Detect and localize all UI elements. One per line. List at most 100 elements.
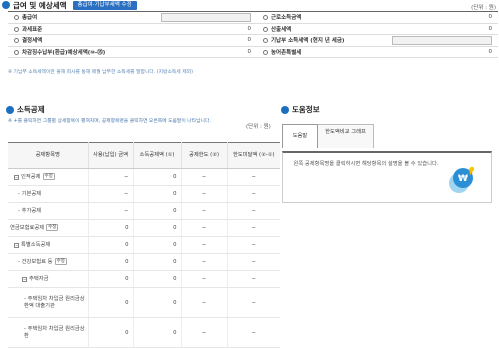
row-value: − [226, 253, 280, 271]
section-icon [6, 105, 14, 114]
col-header-deduction: 소득공제액 (①) [132, 142, 181, 169]
help-text: 왼쪽 공제항목명을 클릭하시면 해당항목의 설명을 볼 수 있습니다. [293, 161, 439, 167]
section-icon [281, 105, 289, 114]
summary-label-left-text: 차감징수납부(환급)예상세액(⑩-⑮) [22, 49, 106, 56]
row-value: 0 [132, 219, 181, 237]
tab-limit-graph[interactable]: 한도액비교 그래프 [318, 124, 374, 148]
row-value: − [226, 202, 280, 220]
row-edit-button[interactable]: 수정 [42, 173, 55, 180]
summary-value-right: 0 [389, 23, 498, 35]
summary-row: 총급여 근로소득금액 0 [8, 11, 498, 24]
row-value: − [87, 202, 133, 220]
summary-value-right: 0 [389, 11, 498, 24]
summary-label-right-text: 기납부 소득세액 (현지 년 세금) [271, 38, 345, 45]
row-edit-label[interactable]: 수정 [57, 259, 65, 264]
row-name[interactable]: - 추가공제 [18, 208, 41, 214]
summary-value-left: 0 [144, 46, 257, 58]
summary-value-left-text: 0 [247, 25, 252, 32]
section-icon [2, 1, 10, 9]
total-salary-input[interactable] [161, 12, 251, 22]
row-name-cell[interactable]: 연금보험료공제 수정 [8, 219, 88, 237]
summary-value-right[interactable] [389, 34, 498, 47]
unit-label-top: (단위 : 원) [471, 5, 496, 11]
collapse-toggle-icon[interactable]: − [22, 276, 27, 282]
section-header-deduction: 소득공제 [4, 104, 45, 115]
row-edit-button[interactable]: 수정 [54, 258, 67, 265]
row-value: − [226, 236, 280, 254]
row-value: − [226, 270, 280, 288]
row-name[interactable]: - 건강보험료 등 [18, 259, 53, 265]
deduction-title: 소득공제 [17, 105, 45, 114]
summary-row: 과세표준 0 산출세액 0 [8, 23, 498, 35]
row-name-cell[interactable]: - 주택임차 차입금 원리금상환액 대출기관 [8, 287, 88, 318]
row-name[interactable]: - 기본공제 [18, 191, 41, 197]
col-header-limit: 공제한도 (②) [180, 142, 227, 169]
bullet-icon [14, 26, 19, 32]
summary-label-left-text: 과세표준 [22, 26, 43, 33]
section-header-help: 도움정보 [279, 104, 320, 115]
row-name-cell[interactable]: − 주택자금 [8, 270, 88, 288]
row-value: − [180, 287, 227, 318]
summary-label-left: 총급여 [8, 11, 144, 24]
table-row: − 주택자금 0 0− − [8, 270, 280, 288]
row-value: 0 [87, 236, 133, 254]
tab-help[interactable]: 도움말 [282, 124, 318, 148]
collapse-toggle-icon[interactable]: − [14, 175, 19, 180]
summary-row: 차감징수납부(환급)예상세액(⑩-⑮) 0 농어촌특별세 0 [8, 46, 498, 58]
summary-label-left: 차감징수납부(환급)예상세액(⑩-⑮) [8, 46, 144, 58]
row-name-cell[interactable]: − 특별소득공제 [8, 236, 88, 254]
row-name[interactable]: 인적공제 [21, 174, 41, 180]
summary-label-right: 근로소득금액 [257, 11, 389, 24]
table-row: - 주택임차 차입금 원리금상환액 대출기관 0 0− − [8, 287, 280, 318]
bullet-icon [263, 38, 268, 44]
row-value: − [180, 219, 227, 237]
row-value: 0 [87, 253, 133, 271]
row-name[interactable]: - 주택임차 차입금 원리금상환 [24, 326, 85, 339]
collapse-toggle-icon[interactable]: − [14, 242, 19, 248]
row-name[interactable]: - 주택임차 차입금 원리금상환액 대출기관 [24, 296, 85, 309]
table-row: − 특별소득공제 0 0− − [8, 236, 280, 254]
row-edit-button[interactable]: 수정 [46, 224, 59, 231]
row-name-cell[interactable]: - 추가공제 [8, 202, 88, 220]
row-value: 0 [87, 219, 133, 237]
row-name[interactable]: 특별소득공제 [21, 242, 50, 248]
row-value: 0 [132, 236, 181, 254]
row-name[interactable]: 주택자금 [29, 276, 49, 282]
row-value: − [226, 168, 280, 186]
prepaid-tax-input[interactable] [392, 35, 492, 45]
summary-label-left: 과세표준 [8, 23, 144, 35]
row-value: − [226, 287, 280, 318]
summary-label-left: 결정세액 [8, 34, 144, 47]
row-value: − [226, 185, 280, 203]
row-name-cell[interactable]: - 주택임차 차입금 원리금상환 [8, 317, 88, 348]
table-row: 연금보험료공제 수정 0 0− − [8, 219, 280, 237]
row-value: 0 [87, 270, 133, 288]
row-name-cell[interactable]: - 기본공제 [8, 185, 88, 203]
summary-value-left: 0 [144, 23, 257, 35]
summary-value-right-text: 0 [488, 25, 493, 32]
row-value: 0 [87, 317, 133, 348]
summary-value-left-text: 0 [247, 37, 252, 44]
row-value: − [226, 219, 280, 237]
summary-label-right: 산출세액 [257, 23, 389, 35]
deduction-note: ※ +를 클릭하면 그룹별 상세항목이 펼쳐지며, 공제항목명을 클릭하면 오른… [8, 119, 211, 124]
row-name-cell[interactable]: - 건강보험료 등 수정 [8, 253, 88, 271]
bullet-icon [263, 15, 268, 21]
summary-label-right-text: 근로소득금액 [271, 15, 302, 22]
summary-value-right-text: 0 [488, 14, 493, 21]
row-edit-label[interactable]: 수정 [48, 225, 56, 230]
summary-value-left-text: 0 [247, 48, 252, 55]
summary-value-left: 0 [144, 34, 257, 47]
section-header-salary: 급여 및 예상세액 총급여·기납부세액 수정 [0, 0, 137, 10]
col-header-amount: 사용(납입) 금액 [87, 142, 133, 169]
row-value: − [180, 236, 227, 254]
edit-salary-button[interactable]: 총급여·기납부세액 수정 [72, 0, 137, 10]
row-name-cell[interactable]: − 인적공제 수정 [8, 168, 88, 186]
summary-label-left-text: 총급여 [22, 15, 38, 22]
row-edit-label[interactable]: 수정 [45, 174, 53, 179]
summary-value-right: 0 [389, 46, 498, 58]
bullet-icon [263, 49, 268, 55]
row-value: 0 [132, 202, 181, 220]
summary-value-left[interactable] [144, 11, 257, 24]
row-name[interactable]: 연금보험료공제 [10, 225, 44, 231]
